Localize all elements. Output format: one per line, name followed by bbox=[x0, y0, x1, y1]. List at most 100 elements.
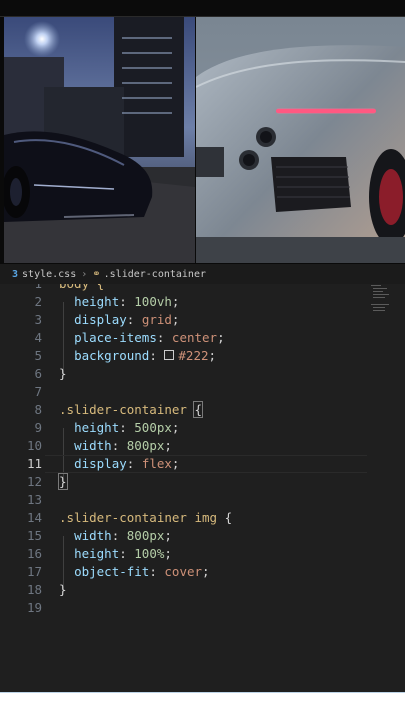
line-number: 16 bbox=[26, 546, 42, 561]
code-line-16[interactable]: 16 height: 100%; bbox=[0, 545, 405, 563]
code-token: 500px bbox=[134, 420, 172, 435]
line-number: 14 bbox=[26, 510, 42, 525]
code-token: height bbox=[74, 294, 120, 309]
code-line-1[interactable]: 1 body { bbox=[0, 284, 405, 293]
line-number: 9 bbox=[34, 420, 42, 435]
line-number: 2 bbox=[34, 294, 42, 309]
code-line-14[interactable]: 14 .slider-container img { bbox=[0, 509, 405, 527]
code-token: object-fit bbox=[74, 564, 150, 579]
breadcrumb-file[interactable]: style.css bbox=[22, 269, 76, 280]
code-token: 800px bbox=[126, 528, 165, 543]
code-token: : bbox=[111, 438, 127, 453]
line-number: 13 bbox=[26, 492, 42, 507]
css-selector-icon: ⚭ bbox=[92, 268, 101, 280]
code-text: height: 100vh; bbox=[59, 293, 179, 311]
breadcrumb: 3 style.css › ⚭ .slider-container bbox=[0, 264, 405, 284]
line-number: 3 bbox=[34, 312, 42, 327]
code-token: center bbox=[171, 330, 218, 345]
code-text: height: 500px; bbox=[59, 419, 179, 437]
color-swatch[interactable] bbox=[164, 350, 175, 360]
code-token: : bbox=[119, 294, 135, 309]
code-line-17[interactable]: 17 object-fit: cover; bbox=[0, 563, 405, 581]
code-token: } bbox=[58, 473, 68, 490]
code-token: ; bbox=[202, 564, 210, 579]
code-token: } bbox=[59, 582, 67, 597]
code-token: { bbox=[224, 510, 233, 525]
code-token: grid bbox=[141, 312, 172, 327]
code-token: : bbox=[119, 420, 135, 435]
line-number: 1 bbox=[0, 284, 42, 293]
code-line-4[interactable]: 4 place-items: center; bbox=[0, 329, 405, 347]
code-token: ; bbox=[164, 528, 172, 543]
line-number: 18 bbox=[26, 582, 42, 597]
code-line-7[interactable]: 7 bbox=[0, 383, 405, 401]
chevron-right-icon: › bbox=[81, 268, 88, 280]
browser-top-bar bbox=[0, 0, 405, 17]
code-text: } bbox=[59, 581, 67, 599]
code-line-15[interactable]: 15 width: 800px; bbox=[0, 527, 405, 545]
line-number: 17 bbox=[26, 564, 42, 579]
code-token: #222 bbox=[178, 348, 209, 363]
code-line-18[interactable]: 18} bbox=[0, 581, 405, 599]
code-text: .slider-container { bbox=[59, 401, 203, 419]
code-token: width bbox=[74, 438, 112, 453]
code-text: width: 800px; bbox=[59, 527, 172, 545]
line-number: 8 bbox=[34, 402, 42, 417]
line-number: 6 bbox=[34, 366, 42, 381]
line-number: 5 bbox=[34, 348, 42, 363]
code-editor[interactable]: 1body {2 height: 100vh;3 display: grid;4… bbox=[0, 284, 405, 692]
code-token: : bbox=[111, 528, 127, 543]
line-number: 19 bbox=[26, 600, 42, 615]
code-token: 100vh bbox=[134, 294, 172, 309]
code-line-12[interactable]: 12} bbox=[0, 473, 405, 491]
code-text: background: #222; bbox=[59, 347, 216, 365]
code-line-3[interactable]: 3 display: grid; bbox=[0, 311, 405, 329]
code-line-11[interactable]: 11 display: flex; bbox=[0, 455, 405, 473]
code-token: 100% bbox=[134, 546, 165, 561]
code-text: .slider-container img { bbox=[59, 509, 232, 527]
line-number: 11 bbox=[26, 456, 42, 471]
code-token: display bbox=[74, 312, 127, 327]
code-token: background bbox=[74, 348, 150, 363]
line-number: 7 bbox=[34, 384, 42, 399]
code-token: ; bbox=[171, 456, 180, 471]
code-line-5[interactable]: 5 background: #222; bbox=[0, 347, 405, 365]
code-token: ; bbox=[171, 420, 180, 435]
code-text: display: flex; bbox=[59, 455, 179, 473]
code-token: body { bbox=[59, 284, 104, 291]
code-token: : bbox=[126, 456, 142, 471]
code-line-19[interactable]: 19 bbox=[0, 599, 405, 617]
bottom-panel bbox=[0, 692, 405, 720]
code-token: .slider-container img bbox=[59, 510, 225, 525]
car-image-left bbox=[4, 17, 195, 263]
code-token: : bbox=[149, 564, 165, 579]
code-line-13[interactable]: 13 bbox=[0, 491, 405, 509]
line-number: 15 bbox=[26, 528, 42, 543]
code-line-2[interactable]: 2 height: 100vh; bbox=[0, 293, 405, 311]
code-token: width bbox=[74, 528, 112, 543]
code-line-8[interactable]: 8 .slider-container { bbox=[0, 401, 405, 419]
car-image-right bbox=[196, 17, 405, 263]
code-token: ; bbox=[208, 348, 217, 363]
code-token: 800px bbox=[126, 438, 165, 453]
css3-icon: 3 bbox=[12, 268, 19, 280]
code-token: : bbox=[156, 330, 172, 345]
code-text: body { bbox=[59, 284, 104, 293]
code-token: height bbox=[74, 420, 120, 435]
code-token: { bbox=[193, 401, 203, 418]
code-line-6[interactable]: 6} bbox=[0, 365, 405, 383]
breadcrumb-symbol[interactable]: .slider-container bbox=[104, 269, 206, 280]
code-line-9[interactable]: 9 height: 500px; bbox=[0, 419, 405, 437]
code-text: display: grid; bbox=[59, 311, 179, 329]
code-token: height bbox=[74, 546, 120, 561]
code-line-10[interactable]: 10 width: 800px; bbox=[0, 437, 405, 455]
